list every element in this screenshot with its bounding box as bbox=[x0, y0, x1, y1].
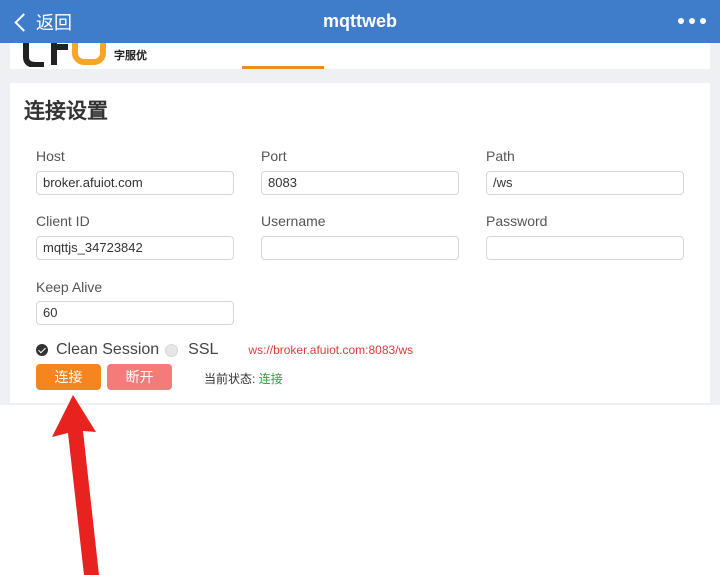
annotation-arrow-icon bbox=[52, 395, 99, 575]
